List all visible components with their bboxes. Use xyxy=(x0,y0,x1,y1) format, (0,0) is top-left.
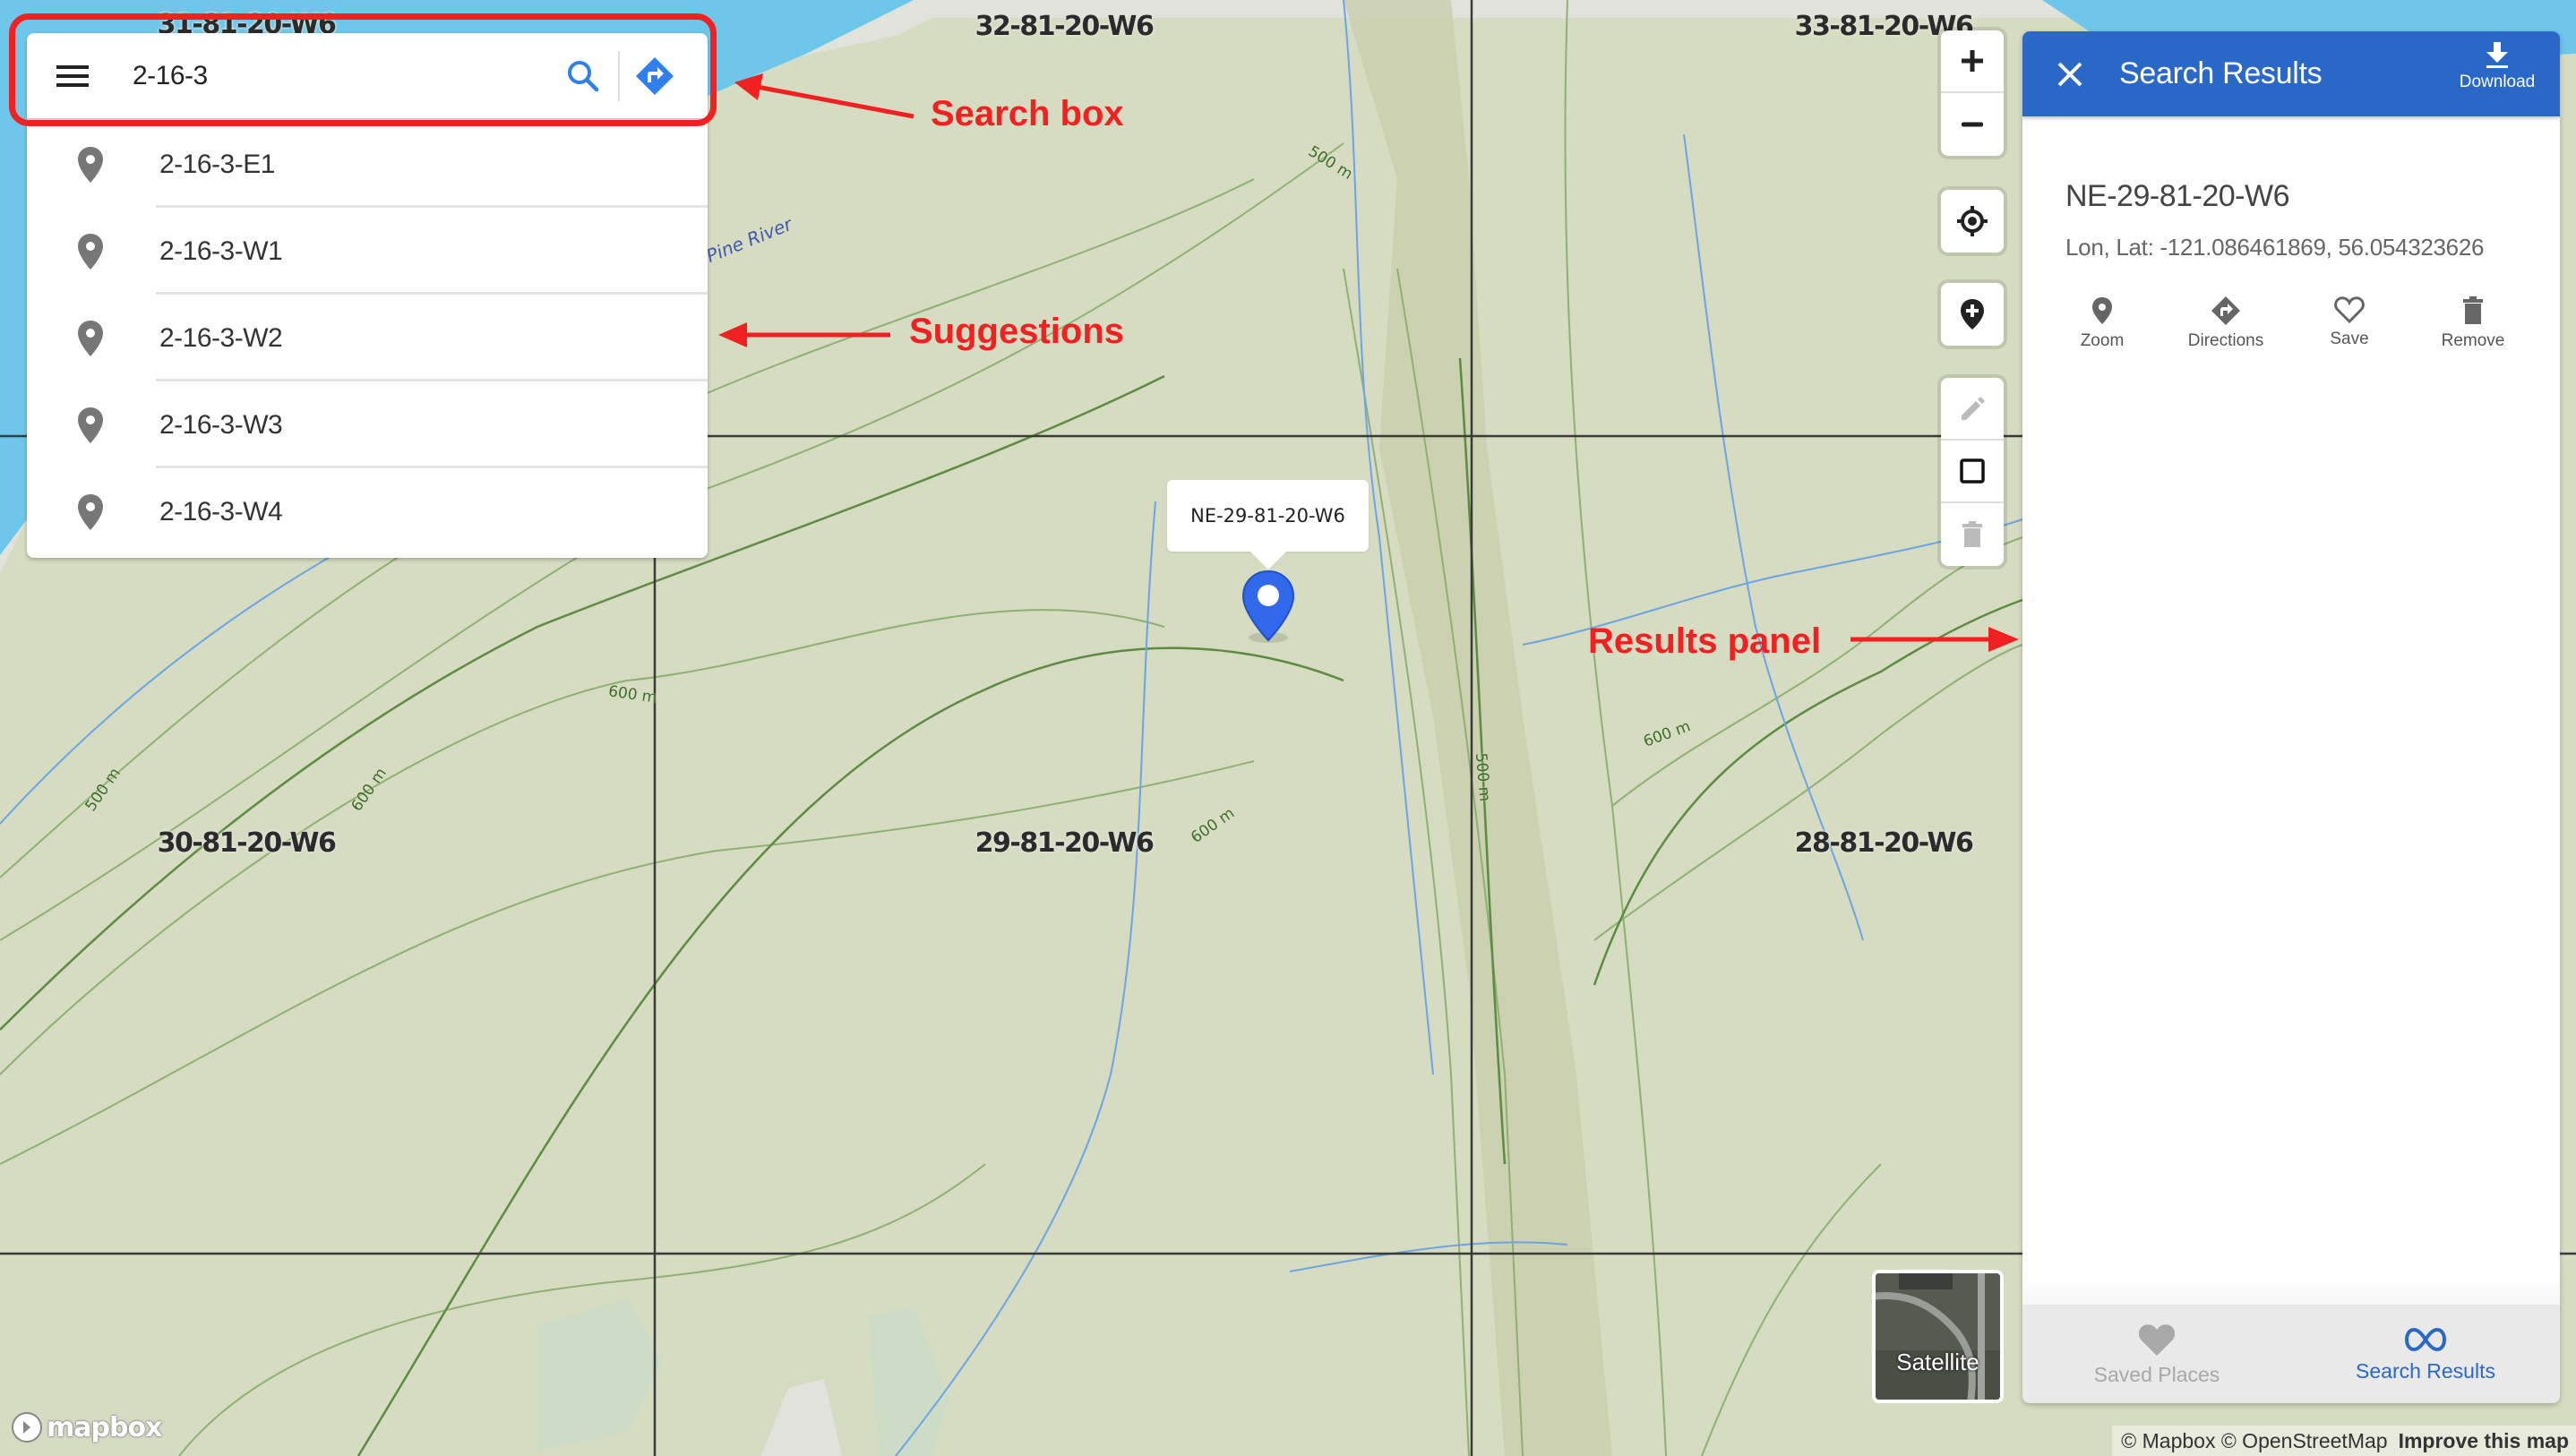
location-pin-icon xyxy=(2092,297,2112,324)
suggestion-label: 2-16-3-W2 xyxy=(159,322,283,353)
geolocate-icon xyxy=(1957,206,1988,236)
search-divider xyxy=(618,50,620,101)
section-label: 29-81-20-W6 xyxy=(975,827,1155,859)
search-icon xyxy=(568,60,599,91)
pencil-icon xyxy=(1962,397,1985,420)
suggestion-item[interactable]: 2-16-3-W2 xyxy=(27,295,708,381)
zoom-in-button[interactable] xyxy=(1941,30,2004,93)
mapbox-logo-icon xyxy=(12,1412,42,1443)
suggestion-label: 2-16-3-W4 xyxy=(159,496,283,527)
menu-button[interactable] xyxy=(45,48,100,104)
trash-icon xyxy=(1962,521,1982,547)
suggestions-list: 2-16-3-E1 2-16-3-W1 2-16-3-W2 2-16-3-W3 … xyxy=(27,118,708,558)
plus-icon xyxy=(1962,50,1983,72)
directions-button[interactable] xyxy=(627,48,683,104)
result-title: NE-29-81-20-W6 xyxy=(2065,179,2289,213)
suggestion-item[interactable]: 2-16-3-W1 xyxy=(27,208,708,295)
annotation-search-box: Search box xyxy=(931,94,1124,133)
tab-saved-places[interactable]: Saved Places xyxy=(2022,1305,2291,1403)
search-button[interactable] xyxy=(555,48,611,104)
add-pin-control xyxy=(1941,283,2004,346)
satellite-toggle[interactable]: Satellite xyxy=(1872,1270,2004,1403)
popup-label: NE-29-81-20-W6 xyxy=(1190,505,1345,527)
directions-action-button[interactable]: Directions xyxy=(2164,295,2288,351)
annotation-arrow xyxy=(734,73,914,119)
square-icon xyxy=(1960,458,1985,484)
section-label: 30-81-20-W6 xyxy=(157,827,337,859)
trash-icon xyxy=(2463,296,2483,324)
satellite-label: Satellite xyxy=(1896,1349,1979,1375)
result-actions: Zoom Directions Save Remove xyxy=(2022,295,2560,351)
draw-polygon-button[interactable] xyxy=(1941,441,2004,503)
satellite-thumbnail xyxy=(1876,1273,2000,1400)
locate-control xyxy=(1941,190,2004,253)
save-action-button[interactable]: Save xyxy=(2288,295,2411,351)
add-pin-button[interactable] xyxy=(1941,283,2004,346)
annotation-arrow xyxy=(718,322,890,347)
mapbox-logo[interactable]: mapbox xyxy=(11,1411,162,1443)
results-panel: Search Results Download NE-29-81-20-W6 L… xyxy=(2022,31,2560,1403)
download-button[interactable]: Download xyxy=(2452,40,2542,92)
suggestion-label: 2-16-3-W1 xyxy=(159,236,283,266)
location-pin-icon xyxy=(78,233,103,270)
download-label: Download xyxy=(2459,73,2536,91)
map-attribution: © Mapbox © OpenStreetMap Improve this ma… xyxy=(2112,1426,2576,1456)
directions-icon xyxy=(2211,296,2240,325)
logo-text: mapbox xyxy=(47,1411,162,1443)
panel-header: Search Results Download xyxy=(2022,31,2560,116)
directions-icon xyxy=(636,56,674,95)
location-pin-icon xyxy=(78,320,103,356)
suggestion-label: 2-16-3-E1 xyxy=(159,149,275,179)
action-label: Zoom xyxy=(2080,331,2125,350)
location-pin-icon xyxy=(1241,570,1295,643)
improve-map-link[interactable]: Improve this map xyxy=(2399,1429,2569,1453)
heart-outline-icon xyxy=(2334,296,2365,324)
attribution-text: © Mapbox © OpenStreetMap xyxy=(2121,1428,2388,1452)
location-pin-icon xyxy=(78,493,103,530)
zoom-controls xyxy=(1941,30,2004,156)
search-bar xyxy=(27,33,708,118)
annotation-results-panel: Results panel xyxy=(1588,621,1822,661)
suggestion-item[interactable]: 2-16-3-E1 xyxy=(27,121,708,208)
close-panel-button[interactable] xyxy=(2048,52,2092,97)
suggestion-label: 2-16-3-W3 xyxy=(159,409,283,440)
add-location-icon xyxy=(1961,299,1984,330)
tab-label: Search Results xyxy=(2356,1358,2495,1383)
suggestion-item[interactable]: 2-16-3-W4 xyxy=(27,468,708,555)
action-label: Remove xyxy=(2441,331,2505,350)
section-label: 28-81-20-W6 xyxy=(1794,827,1974,859)
map-marker[interactable] xyxy=(1241,570,1296,643)
action-label: Directions xyxy=(2187,331,2264,350)
remove-action-button[interactable]: Remove xyxy=(2411,295,2535,351)
close-icon xyxy=(2057,62,2082,86)
draw-line-button[interactable] xyxy=(1941,378,2004,441)
zoom-out-button[interactable] xyxy=(1941,93,2004,156)
action-label: Save xyxy=(2330,330,2369,348)
result-item[interactable]: NE-29-81-20-W6 Lon, Lat: -121.086461869,… xyxy=(2022,116,2560,351)
draw-controls xyxy=(1941,378,2004,566)
menu-icon xyxy=(56,64,89,87)
zoom-action-button[interactable]: Zoom xyxy=(2040,295,2164,351)
annotation-arrow xyxy=(1850,627,2019,652)
panel-fade xyxy=(2022,1278,2560,1305)
marker-popup: NE-29-81-20-W6 xyxy=(1167,480,1369,570)
panel-tabs: Saved Places Search Results xyxy=(2022,1305,2560,1403)
location-pin-icon xyxy=(78,407,103,443)
location-pin-icon xyxy=(78,146,103,183)
section-label: 32-81-20-W6 xyxy=(975,11,1155,42)
trash-button[interactable] xyxy=(1941,503,2004,566)
tab-label: Saved Places xyxy=(2093,1362,2220,1386)
panel-title: Search Results xyxy=(2119,56,2323,90)
download-icon xyxy=(2486,42,2508,68)
search-input[interactable] xyxy=(131,59,555,92)
locate-button[interactable] xyxy=(1941,190,2004,253)
minus-icon xyxy=(1962,122,1983,127)
annotation-suggestions: Suggestions xyxy=(909,312,1125,351)
suggestion-item[interactable]: 2-16-3-W3 xyxy=(27,381,708,468)
heart-icon xyxy=(2138,1323,2176,1356)
infinity-icon xyxy=(2404,1327,2447,1351)
result-coordinates: Lon, Lat: -121.086461869, 56.054323626 xyxy=(2065,234,2485,261)
tab-search-results[interactable]: Search Results xyxy=(2291,1305,2560,1403)
